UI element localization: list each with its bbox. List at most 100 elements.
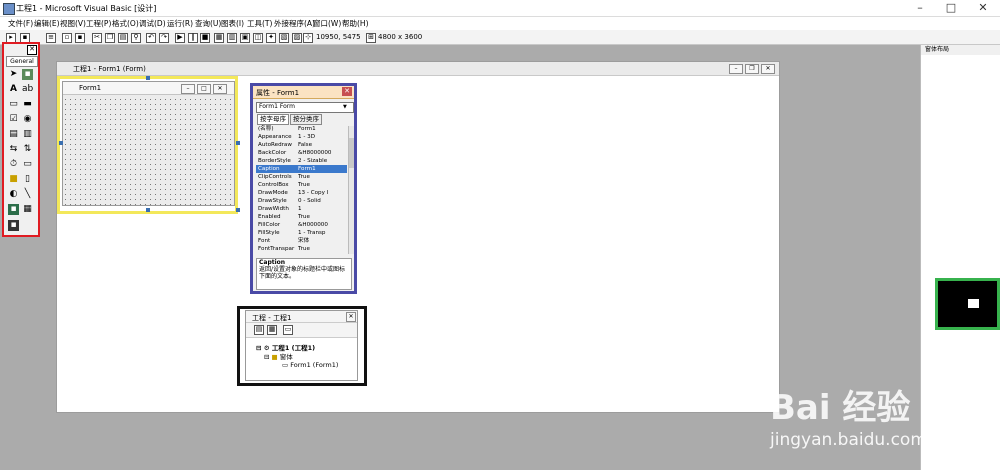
collapse-icon[interactable]: ⊟: [264, 353, 269, 361]
tree-form1-item[interactable]: ▭ Form1 (Form1): [282, 361, 338, 369]
shape-tool-icon[interactable]: ◐: [8, 189, 19, 200]
break-icon[interactable]: ‖: [188, 33, 198, 43]
save-project-icon[interactable]: ▪: [75, 33, 85, 43]
menu-view[interactable]: 视图(V): [60, 18, 86, 29]
toolbox-tab-general[interactable]: General: [6, 56, 38, 67]
property-value[interactable]: 2 - Sizable: [298, 157, 346, 165]
view-object-icon[interactable]: ▦: [267, 325, 277, 335]
property-row[interactable]: ClipControls True: [256, 173, 347, 181]
toolbox-close-icon[interactable]: ✕: [27, 45, 37, 55]
minimize-icon[interactable]: –: [729, 64, 743, 74]
end-icon[interactable]: ■: [200, 33, 210, 43]
property-value[interactable]: True: [298, 213, 346, 221]
start-icon[interactable]: ▶: [175, 33, 185, 43]
cut-icon[interactable]: ✂: [92, 33, 102, 43]
properties-close-icon[interactable]: ✕: [342, 87, 352, 96]
resize-handle-right[interactable]: [236, 141, 240, 145]
menu-edit[interactable]: 编辑(E): [34, 18, 60, 29]
property-row[interactable]: BorderStyle 2 - Sizable: [256, 157, 347, 165]
menu-diagram[interactable]: 图表(I): [221, 18, 244, 29]
property-value[interactable]: 宋体: [298, 237, 346, 245]
menu-file[interactable]: 文件(F): [8, 18, 33, 29]
view-code-icon[interactable]: ▤: [254, 325, 264, 335]
property-row[interactable]: FontTranspar True: [256, 245, 347, 253]
tree-forms-folder[interactable]: ⊟ ■ 窗体: [264, 351, 293, 361]
copy-icon[interactable]: ❐: [105, 33, 115, 43]
toolbox-icon[interactable]: ✦: [266, 33, 276, 43]
collapse-icon[interactable]: ⊟: [256, 344, 261, 352]
project-explorer-icon[interactable]: ▦: [214, 33, 224, 43]
property-value[interactable]: Form1: [298, 125, 346, 133]
checkbox-tool-icon[interactable]: ☑: [8, 114, 19, 125]
chevron-down-icon[interactable]: ▼: [343, 104, 347, 110]
line-tool-icon[interactable]: ╲: [22, 189, 33, 200]
menu-format[interactable]: 格式(O): [112, 18, 139, 29]
toggle-folders-icon[interactable]: ▭: [283, 325, 293, 335]
property-value[interactable]: 1 - 3D: [298, 133, 346, 141]
vscrollbar-tool-icon[interactable]: ⇅: [22, 144, 33, 155]
project-explorer-close-icon[interactable]: ✕: [346, 312, 356, 322]
property-value[interactable]: 1 - Transp: [298, 229, 346, 237]
property-value[interactable]: &H8000000: [298, 149, 346, 157]
property-row[interactable]: Font 宋体: [256, 237, 347, 245]
data-view-icon[interactable]: ▧: [279, 33, 289, 43]
property-row[interactable]: BackColor &H8000000: [256, 149, 347, 157]
scrollbar-thumb[interactable]: [349, 138, 354, 168]
frame-tool-icon[interactable]: ▭: [8, 99, 19, 110]
property-row[interactable]: ControlBox True: [256, 181, 347, 189]
resize-handle-top[interactable]: [146, 76, 150, 80]
commandbutton-tool-icon[interactable]: ▬: [22, 99, 33, 110]
resize-handle-left[interactable]: [59, 141, 63, 145]
data-tool-icon[interactable]: ▦: [22, 204, 33, 215]
combobox-tool-icon[interactable]: ▤: [8, 129, 19, 140]
label-tool-icon[interactable]: A: [8, 84, 19, 95]
property-row[interactable]: Enabled True: [256, 213, 347, 221]
property-value[interactable]: 1: [298, 205, 346, 213]
menu-tools[interactable]: 工具(T): [247, 18, 272, 29]
drivelistbox-tool-icon[interactable]: ▭: [22, 159, 33, 170]
property-value[interactable]: True: [298, 245, 346, 253]
listbox-tool-icon[interactable]: ▥: [22, 129, 33, 140]
menu-editor-icon[interactable]: ≡: [46, 33, 56, 43]
property-row[interactable]: DrawMode 13 - Copy I: [256, 189, 347, 197]
property-row[interactable]: Appearance 1 - 3D: [256, 133, 347, 141]
property-value[interactable]: &H000000: [298, 221, 346, 229]
redo-icon[interactable]: ↷: [159, 33, 169, 43]
paste-icon[interactable]: ▤: [118, 33, 128, 43]
find-icon[interactable]: ⚲: [131, 33, 141, 43]
restore-icon[interactable]: ❐: [745, 64, 759, 74]
optionbutton-tool-icon[interactable]: ◉: [22, 114, 33, 125]
menu-window[interactable]: 窗口(W): [313, 18, 341, 29]
property-value[interactable]: False: [298, 141, 346, 149]
property-row[interactable]: (名称) Form1: [256, 125, 347, 133]
picturebox-tool-icon[interactable]: ▪: [22, 69, 33, 80]
dirlistbox-tool-icon[interactable]: ■: [8, 174, 19, 185]
property-value[interactable]: Form1: [298, 165, 346, 173]
menu-addins[interactable]: 外接程序(A): [274, 18, 315, 29]
filelistbox-tool-icon[interactable]: ▯: [22, 174, 33, 185]
resize-handle-bottom[interactable]: [146, 208, 150, 212]
property-row[interactable]: DrawWidth 1: [256, 205, 347, 213]
property-row[interactable]: DrawStyle 0 - Solid: [256, 197, 347, 205]
form-position-marker[interactable]: [968, 299, 979, 308]
property-value[interactable]: True: [298, 173, 346, 181]
component-manager-icon[interactable]: ▨: [292, 33, 302, 43]
property-value[interactable]: True: [298, 181, 346, 189]
form-layout-preview[interactable]: [935, 278, 1000, 330]
form1-canvas[interactable]: Form1 – □ ✕: [62, 81, 235, 206]
image-tool-icon[interactable]: ▪: [8, 204, 19, 215]
menu-query[interactable]: 查询(U): [195, 18, 221, 29]
form-layout-icon[interactable]: ▣: [240, 33, 250, 43]
properties-window-icon[interactable]: ▥: [227, 33, 237, 43]
pointer-tool-icon[interactable]: ➤: [8, 69, 19, 80]
undo-icon[interactable]: ↶: [146, 33, 156, 43]
close-button[interactable]: ✕: [968, 0, 998, 16]
open-project-icon[interactable]: ▫: [62, 33, 72, 43]
property-scrollbar[interactable]: [348, 126, 354, 254]
menu-run[interactable]: 运行(R): [167, 18, 193, 29]
property-row[interactable]: Caption Form1: [256, 165, 347, 173]
minimize-button[interactable]: –: [905, 0, 935, 16]
property-row[interactable]: FillColor &H000000: [256, 221, 347, 229]
menu-project[interactable]: 工程(P): [86, 18, 111, 29]
tab-alphabetic[interactable]: 按字母序: [257, 114, 289, 125]
